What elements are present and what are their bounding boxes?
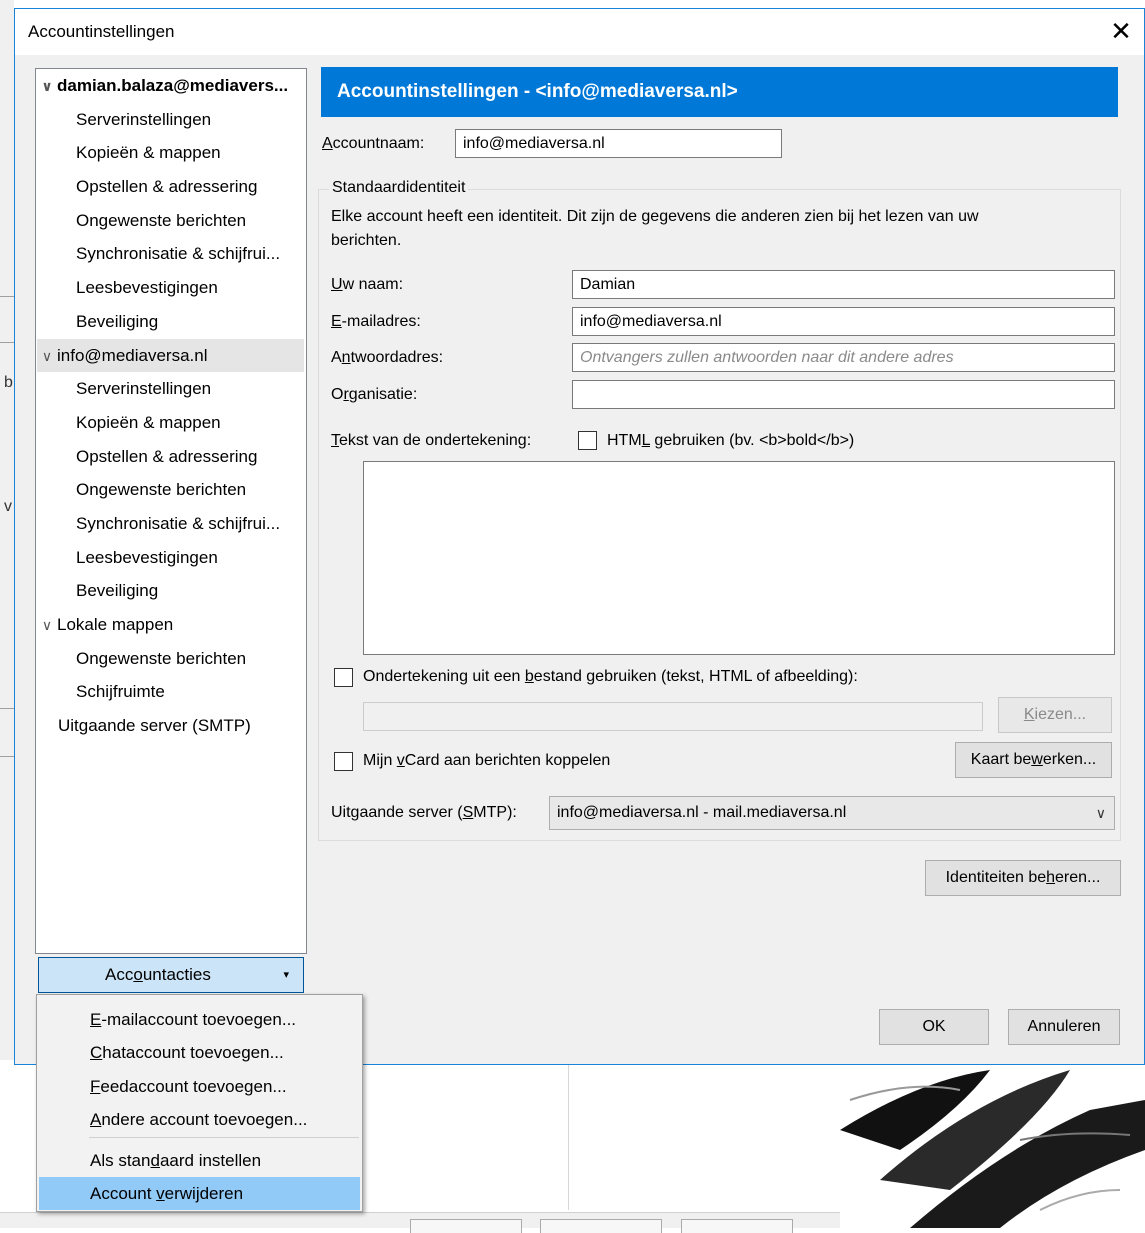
tree-item-synchronisatie[interactable]: Synchronisatie & schijfrui... (37, 237, 304, 270)
smtp-server-value: info@mediaversa.nl - mail.mediaversa.nl (557, 804, 847, 821)
tree-account-label: damian.balaza@mediavers... (57, 76, 289, 95)
signature-file-checkbox[interactable] (334, 668, 353, 687)
tree-account-label: info@mediaversa.nl (57, 346, 208, 365)
background-tab (540, 1219, 662, 1233)
tree-item-synchronisatie[interactable]: Synchronisatie & schijfrui... (37, 507, 304, 540)
tree-account-info[interactable]: ∨ info@mediaversa.nl (37, 339, 304, 372)
tree-item-kopieen[interactable]: Kopieën & mappen (37, 406, 304, 439)
background-artwork (840, 1040, 1145, 1228)
button-label: Acc (105, 965, 134, 984)
menu-separator (89, 1137, 359, 1138)
button-label-accesskey: o (133, 965, 143, 984)
dropdown-caret-icon: ▾ (283, 969, 289, 981)
page-title-banner: Accountinstellingen - <info@mediaversa.n… (321, 67, 1118, 117)
tree-item-serverinstellingen[interactable]: Serverinstellingen (37, 103, 304, 136)
signature-file-label[interactable]: Ondertekening uit een bestand gebruiken … (363, 668, 858, 686)
tree-item-beveiliging[interactable]: Beveiliging (37, 574, 304, 607)
background-divider (0, 342, 14, 343)
button-label: untacties (142, 965, 211, 984)
tree-item-smtp[interactable]: Uitgaande server (SMTP) (37, 709, 304, 742)
background-divider (0, 296, 14, 297)
attach-vcard-label[interactable]: Mijn vCard aan berichten koppelen (363, 752, 610, 770)
menu-item-add-feed-account[interactable]: Feedaccount toevoegen... (39, 1070, 360, 1103)
tree-item-opstellen[interactable]: Opstellen & adressering (37, 170, 304, 203)
dialog-titlebar: Accountinstellingen ✕ (15, 9, 1144, 55)
choose-file-button[interactable]: Kiezen... (998, 697, 1112, 733)
background-text: v (4, 498, 12, 515)
background-text: b (4, 374, 13, 391)
dialog-title: Accountinstellingen (28, 22, 175, 41)
default-identity-legend: Standaardidentiteit (329, 179, 469, 197)
identity-description: Elke account heeft een identiteit. Dit z… (331, 208, 979, 225)
tree-item-leesbevestigingen[interactable]: Leesbevestigingen (37, 271, 304, 304)
signature-text-label: Tekst van de ondertekening: (331, 432, 532, 449)
menu-item-add-chat-account[interactable]: Chataccount toevoegen... (39, 1036, 360, 1069)
account-name-label: Accountnaam: (322, 135, 425, 152)
your-name-input[interactable]: Damian (572, 270, 1115, 299)
signature-file-path-input[interactable] (363, 702, 983, 731)
account-actions-button[interactable]: Accountacties ▾ (38, 957, 304, 993)
account-name-input[interactable]: info@mediaversa.nl (455, 129, 782, 158)
chevron-down-icon[interactable]: ∨ (37, 70, 57, 102)
identity-description: berichten. (331, 232, 402, 249)
background-tab (681, 1219, 793, 1233)
background-tab (410, 1219, 522, 1233)
account-actions-menu: E-mailaccount toevoegen... Chataccount t… (36, 994, 363, 1212)
chevron-down-icon: ∨ (1095, 805, 1106, 821)
attach-vcard-checkbox[interactable] (334, 752, 353, 771)
manage-identities-button[interactable]: Identiteiten beheren... (925, 860, 1121, 896)
tree-account-damian[interactable]: ∨ damian.balaza@mediavers... (37, 69, 304, 102)
your-name-label: Uw naam: (331, 276, 404, 293)
organization-label: Organisatie: (331, 386, 418, 403)
tree-item-ongewenste[interactable]: Ongewenste berichten (37, 473, 304, 506)
smtp-server-label: Uitgaande server (SMTP): (331, 804, 517, 821)
tree-item-ongewenste[interactable]: Ongewenste berichten (37, 642, 304, 675)
tree-account-local[interactable]: ∨ Lokale mappen (37, 608, 304, 641)
menu-item-set-default[interactable]: Als standaard instellen (39, 1144, 360, 1177)
tree-item-leesbevestigingen[interactable]: Leesbevestigingen (37, 541, 304, 574)
signature-textarea[interactable] (363, 461, 1115, 655)
background-statusbar (0, 1212, 840, 1233)
chevron-down-icon[interactable]: ∨ (37, 340, 57, 372)
tree-item-beveiliging[interactable]: Beveiliging (37, 305, 304, 338)
background-divider (0, 756, 14, 757)
background-divider (568, 1060, 569, 1210)
background-window-edge: b v (0, 0, 14, 1228)
use-html-checkbox[interactable] (578, 431, 597, 450)
tree-item-schijfruimte[interactable]: Schijfruimte (37, 675, 304, 708)
reply-to-label: Antwoordadres: (331, 349, 444, 366)
menu-item-add-email-account[interactable]: E-mailaccount toevoegen... (39, 1003, 360, 1036)
tree-item-serverinstellingen[interactable]: Serverinstellingen (37, 372, 304, 405)
organization-input[interactable] (572, 380, 1115, 409)
menu-item-add-other-account[interactable]: Andere account toevoegen... (39, 1103, 360, 1136)
chevron-down-icon[interactable]: ∨ (37, 609, 57, 641)
tree-account-label: Lokale mappen (57, 615, 174, 634)
email-input[interactable]: info@mediaversa.nl (572, 307, 1115, 336)
tree-item-ongewenste[interactable]: Ongewenste berichten (37, 204, 304, 237)
account-settings-dialog: Accountinstellingen ✕ ∨ damian.balaza@med… (14, 8, 1145, 1065)
account-tree: ∨ damian.balaza@mediavers... Serverinstel… (35, 68, 307, 954)
background-divider (0, 708, 14, 709)
tree-item-opstellen[interactable]: Opstellen & adressering (37, 440, 304, 473)
tree-item-kopieen[interactable]: Kopieën & mappen (37, 136, 304, 169)
close-icon[interactable]: ✕ (1098, 9, 1144, 55)
cancel-button[interactable]: Annuleren (1008, 1009, 1120, 1045)
smtp-server-select[interactable]: info@mediaversa.nl - mail.mediaversa.nl … (549, 796, 1115, 830)
email-label: E-mailadres: (331, 313, 421, 330)
reply-to-input[interactable]: Ontvangers zullen antwoorden naar dit an… (572, 343, 1115, 372)
ok-button[interactable]: OK (879, 1009, 989, 1045)
menu-item-remove-account[interactable]: Account verwijderen (39, 1177, 360, 1210)
edit-card-button[interactable]: Kaart bewerken... (955, 742, 1112, 778)
use-html-label[interactable]: HTML gebruiken (bv. <b>bold</b>) (607, 432, 854, 450)
